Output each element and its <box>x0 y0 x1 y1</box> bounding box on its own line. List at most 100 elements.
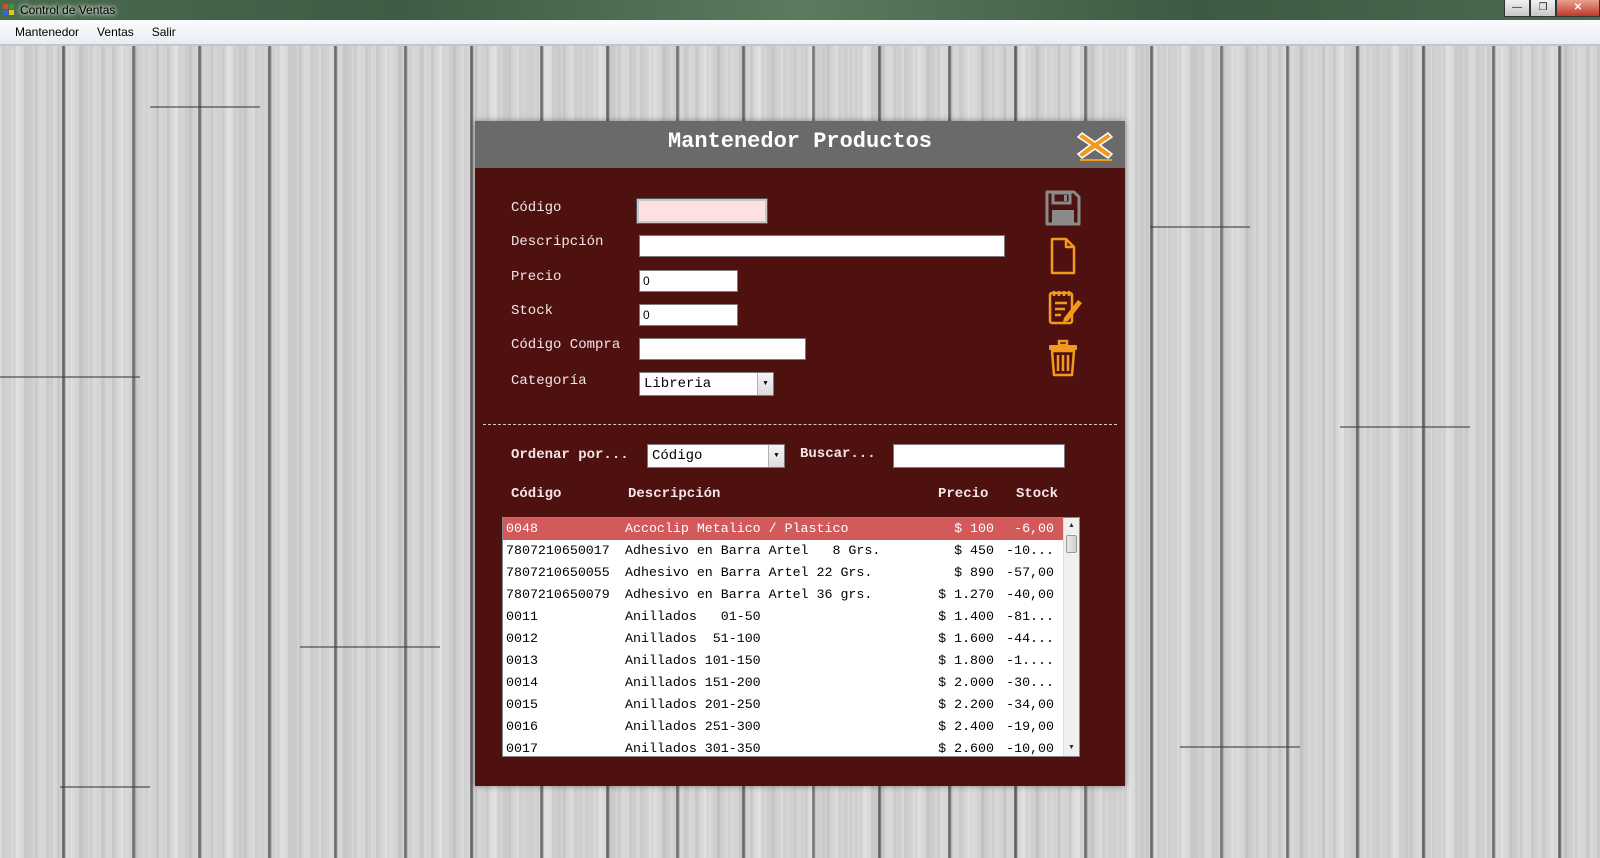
cell-stock: -34,00 <box>1006 697 1054 712</box>
product-maintainer-dialog: Mantenedor Productos Código Descripción … <box>475 121 1125 786</box>
cell-codigo: 0014 <box>506 675 538 690</box>
precio-label: Precio <box>511 269 562 285</box>
cell-stock: -10... <box>1006 543 1054 558</box>
close-window-button[interactable]: ✕ <box>1556 0 1600 17</box>
cell-descripcion: Adhesivo en Barra Artel 36 grs. <box>625 587 873 602</box>
cell-descripcion: Accoclip Metalico / Plastico <box>625 521 849 536</box>
table-row[interactable]: 7807210650055 Adhesivo en Barra Artel 22 … <box>503 562 1079 584</box>
ordenar-label: Ordenar por... <box>511 447 629 463</box>
cell-descripcion: Anillados 101-150 <box>625 653 761 668</box>
column-header-precio[interactable]: Precio <box>938 486 988 502</box>
column-header-descripcion[interactable]: Descripción <box>628 486 720 502</box>
menu-mantenedor[interactable]: Mantenedor <box>6 20 88 44</box>
products-grid[interactable]: 0048 Accoclip Metalico / Plastico $ 100 -6,… <box>502 517 1080 757</box>
cell-descripcion: Anillados 151-200 <box>625 675 761 690</box>
cell-stock: -40,00 <box>1006 587 1054 602</box>
trash-icon[interactable] <box>1047 339 1079 377</box>
cell-stock: -6,00 <box>1014 521 1054 536</box>
scroll-thumb[interactable] <box>1066 535 1077 553</box>
cell-descripcion: Adhesivo en Barra Artel 8 Grs. <box>625 543 881 558</box>
cell-precio: $ 2.400 <box>938 719 994 734</box>
codigo-label: Código <box>511 200 562 216</box>
cell-stock: -44... <box>1006 631 1054 646</box>
stock-label: Stock <box>511 303 554 319</box>
cell-descripcion: Adhesivo en Barra Artel 22 Grs. <box>625 565 873 580</box>
cell-codigo: 7807210650079 <box>506 587 610 602</box>
cell-precio: $ 1.800 <box>938 653 994 668</box>
codigo-compra-field[interactable] <box>639 338 806 360</box>
table-row[interactable]: 0016 Anillados 251-300 $ 2.400 -19,00 <box>503 716 1079 738</box>
cell-codigo: 0015 <box>506 697 538 712</box>
cell-codigo: 0013 <box>506 653 538 668</box>
cell-descripcion: Anillados 01-50 <box>625 609 761 624</box>
cell-stock: -57,00 <box>1006 565 1054 580</box>
cell-precio: $ 1.270 <box>938 587 994 602</box>
buscar-input[interactable] <box>893 444 1065 468</box>
cell-codigo: 7807210650017 <box>506 543 610 558</box>
precio-field[interactable]: 0 <box>639 270 738 292</box>
column-header-stock[interactable]: Stock <box>1016 486 1058 502</box>
chevron-down-icon: ▼ <box>768 445 784 467</box>
cell-codigo: 0011 <box>506 609 538 624</box>
table-row[interactable]: 0014 Anillados 151-200 $ 2.000 -30... <box>503 672 1079 694</box>
categoria-select[interactable]: Libreria ▼ <box>639 372 774 396</box>
table-row[interactable]: 7807210650017 Adhesivo en Barra Artel 8 G… <box>503 540 1079 562</box>
stock-field[interactable]: 0 <box>639 304 738 326</box>
vertical-scrollbar[interactable]: ▲ ▼ <box>1063 518 1079 756</box>
cell-codigo: 0016 <box>506 719 538 734</box>
cell-codigo: 7807210650055 <box>506 565 610 580</box>
table-row[interactable]: 0013 Anillados 101-150 $ 1.800 -1.... <box>503 650 1079 672</box>
window-title-bar: Control de Ventas — ❐ ✕ <box>0 0 1600 20</box>
buscar-label: Buscar... <box>800 446 876 462</box>
cell-stock: -19,00 <box>1006 719 1054 734</box>
column-header-codigo[interactable]: Código <box>511 486 561 502</box>
maximize-button[interactable]: ❐ <box>1530 0 1556 17</box>
scroll-down-icon[interactable]: ▼ <box>1064 740 1079 756</box>
codigo-compra-label: Código Compra <box>511 337 621 353</box>
cell-codigo: 0012 <box>506 631 538 646</box>
cell-stock: -81... <box>1006 609 1054 624</box>
section-divider <box>483 424 1117 425</box>
scroll-up-icon[interactable]: ▲ <box>1064 518 1079 534</box>
cell-precio: $ 2.600 <box>938 741 994 756</box>
table-row[interactable]: 0048 Accoclip Metalico / Plastico $ 100 -6,… <box>503 518 1079 540</box>
save-icon[interactable] <box>1044 189 1082 227</box>
menu-bar: Mantenedor Ventas Salir <box>0 20 1600 45</box>
cell-precio: $ 100 <box>954 521 994 536</box>
chevron-down-icon: ▼ <box>757 373 773 395</box>
cell-codigo: 0048 <box>506 521 538 536</box>
cell-stock: -10,00 <box>1006 741 1054 756</box>
cell-precio: $ 1.600 <box>938 631 994 646</box>
cell-stock: -30... <box>1006 675 1054 690</box>
table-row[interactable]: 7807210650079 Adhesivo en Barra Artel 36 … <box>503 584 1079 606</box>
app-icon <box>3 4 15 16</box>
cell-precio: $ 1.400 <box>938 609 994 624</box>
dialog-header: Mantenedor Productos <box>475 121 1125 168</box>
table-row[interactable]: 0017 Anillados 301-350 $ 2.600 -10,00 <box>503 738 1079 756</box>
cell-precio: $ 2.000 <box>938 675 994 690</box>
descripcion-label: Descripción <box>511 234 604 250</box>
new-document-icon[interactable] <box>1049 237 1077 275</box>
cell-descripcion: Anillados 51-100 <box>625 631 761 646</box>
descripcion-field[interactable] <box>639 235 1005 257</box>
categoria-label: Categoría <box>511 373 587 389</box>
edit-icon[interactable] <box>1047 288 1083 326</box>
ordenar-select[interactable]: Código ▼ <box>647 444 785 468</box>
table-row[interactable]: 0012 Anillados 51-100 $ 1.600 -44... <box>503 628 1079 650</box>
window-title: Control de Ventas <box>20 3 116 17</box>
cell-precio: $ 450 <box>954 543 994 558</box>
table-row[interactable]: 0015 Anillados 201-250 $ 2.200 -34,00 <box>503 694 1079 716</box>
codigo-field[interactable] <box>636 198 768 224</box>
minimize-button[interactable]: — <box>1504 0 1530 17</box>
table-row[interactable]: 0011 Anillados 01-50 $ 1.400 -81... <box>503 606 1079 628</box>
cell-stock: -1.... <box>1006 653 1054 668</box>
close-icon[interactable] <box>1077 129 1113 162</box>
dialog-title: Mantenedor Productos <box>667 129 933 154</box>
cell-descripcion: Anillados 301-350 <box>625 741 761 756</box>
cell-descripcion: Anillados 201-250 <box>625 697 761 712</box>
cell-precio: $ 2.200 <box>938 697 994 712</box>
cell-codigo: 0017 <box>506 741 538 756</box>
menu-salir[interactable]: Salir <box>143 20 185 44</box>
ordenar-selected-value: Código <box>652 448 703 464</box>
menu-ventas[interactable]: Ventas <box>88 20 143 44</box>
